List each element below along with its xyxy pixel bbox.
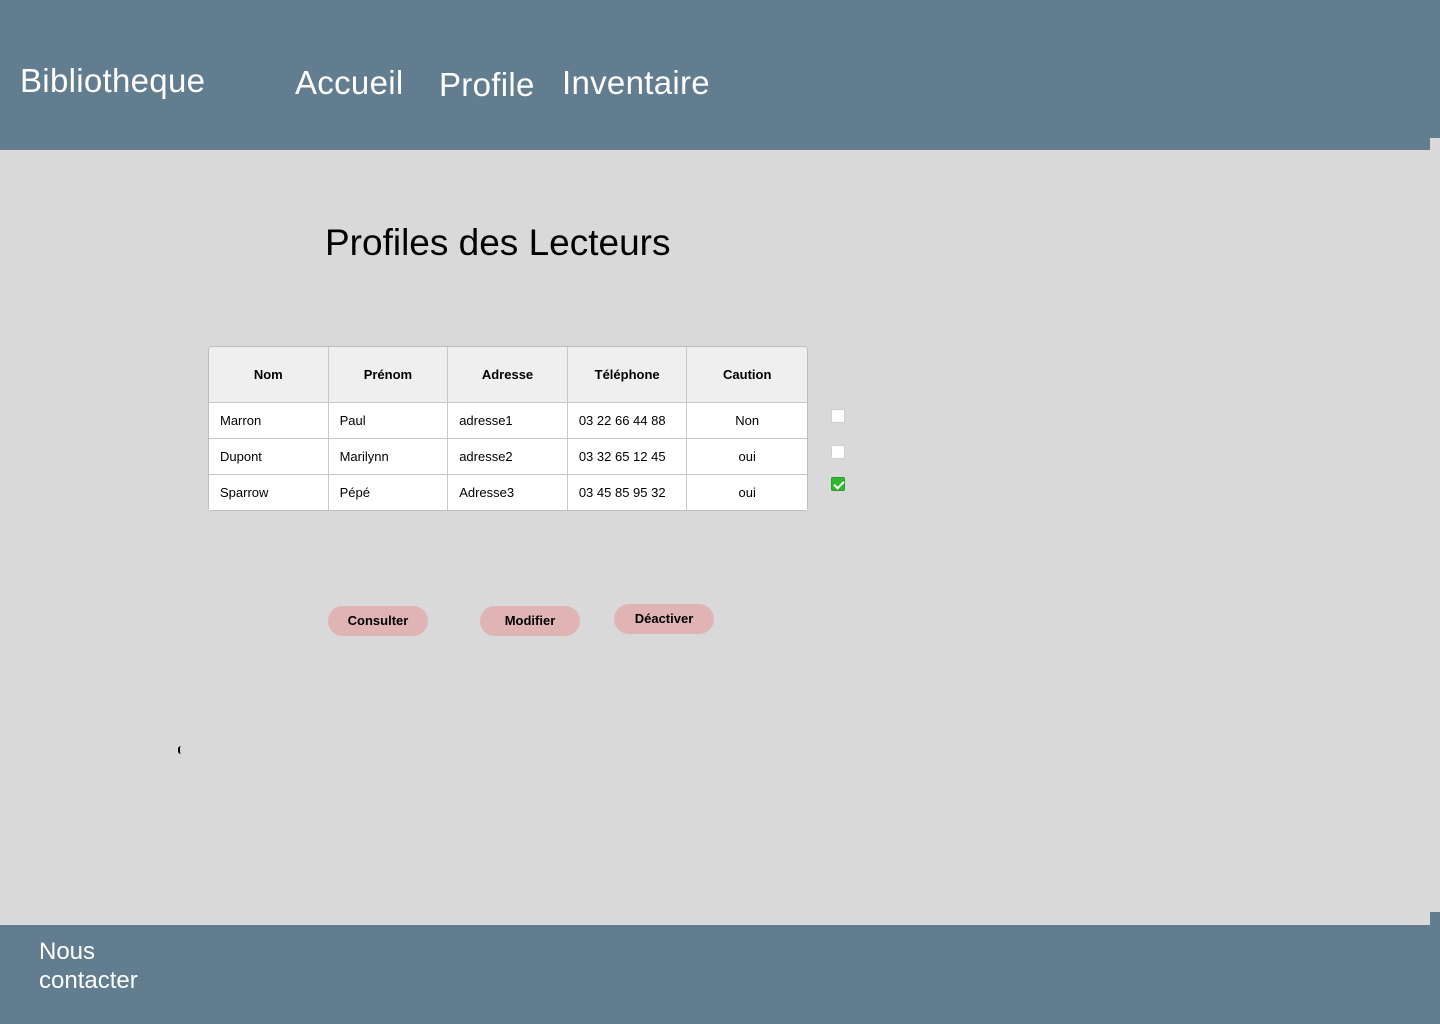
- row-select-checkbox[interactable]: [831, 477, 845, 491]
- table-header-row: Nom Prénom Adresse Téléphone Caution: [209, 347, 807, 403]
- table-row[interactable]: Marron Paul adresse1 03 22 66 44 88 Non: [209, 403, 807, 439]
- cell-telephone: 03 45 85 95 32: [567, 475, 688, 510]
- top-header: Bibliotheque Accueil Profile Inventaire: [0, 0, 1440, 150]
- nav-inventaire[interactable]: Inventaire: [562, 64, 710, 102]
- cell-caution: oui: [687, 475, 807, 510]
- cell-telephone: 03 22 66 44 88: [567, 403, 688, 439]
- column-header-prenom[interactable]: Prénom: [328, 347, 449, 403]
- readers-table: Nom Prénom Adresse Téléphone Caution Mar…: [208, 346, 808, 511]
- cell-caution: Non: [687, 403, 807, 439]
- nav-profile[interactable]: Profile: [439, 66, 535, 104]
- desactiver-button[interactable]: Déactiver: [614, 604, 714, 634]
- header-edge-notch: [1430, 138, 1440, 150]
- cell-adresse: Adresse3: [448, 475, 568, 510]
- column-header-telephone[interactable]: Téléphone: [567, 347, 688, 403]
- row-select-checkbox[interactable]: [831, 409, 845, 423]
- cell-nom: Sparrow: [209, 475, 329, 510]
- table-row[interactable]: Dupont Marilynn adresse2 03 32 65 12 45 …: [209, 439, 807, 475]
- cell-prenom: Marilynn: [328, 439, 449, 475]
- cell-nom: Marron: [209, 403, 329, 439]
- cell-telephone: 03 32 65 12 45: [567, 439, 688, 475]
- cell-caution: oui: [687, 439, 807, 475]
- row-select-checkbox[interactable]: [831, 445, 845, 459]
- table-row[interactable]: Sparrow Pépé Adresse3 03 45 85 95 32 oui: [209, 475, 807, 510]
- cell-prenom: Paul: [328, 403, 449, 439]
- cell-adresse: adresse2: [448, 439, 568, 475]
- modifier-button[interactable]: Modifier: [480, 606, 580, 636]
- column-header-adresse[interactable]: Adresse: [448, 347, 568, 403]
- column-header-nom[interactable]: Nom: [209, 347, 329, 403]
- page-title: Profiles des Lecteurs: [325, 222, 671, 263]
- cell-prenom: Pépé: [328, 475, 449, 510]
- consulter-button[interactable]: Consulter: [328, 606, 428, 636]
- stray-mark: [178, 746, 183, 754]
- cell-adresse: adresse1: [448, 403, 568, 439]
- brand-name: Bibliotheque: [20, 62, 206, 99]
- cell-nom: Dupont: [209, 439, 329, 475]
- footer-edge-notch: [1430, 912, 1440, 926]
- nav-accueil[interactable]: Accueil: [295, 64, 403, 102]
- contact-link[interactable]: Nous contacter: [39, 937, 179, 995]
- page-footer: [0, 925, 1440, 1024]
- column-header-caution[interactable]: Caution: [687, 347, 807, 403]
